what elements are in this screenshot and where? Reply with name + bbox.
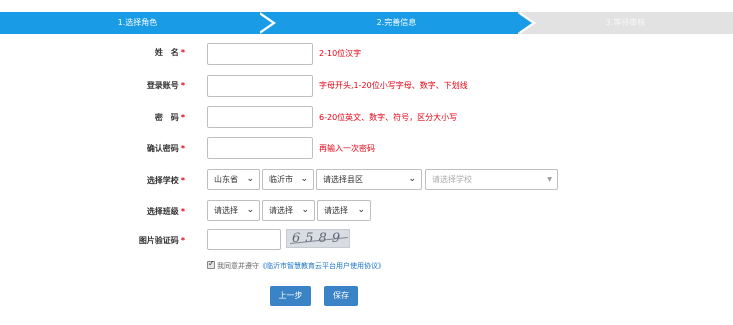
caret-down-icon: ▼: [547, 176, 552, 183]
confirm-password-hint: 再输入一次密码: [319, 144, 375, 153]
step-complete-info: 2.完善信息: [259, 12, 534, 34]
step-arrow-2: [516, 12, 532, 34]
password-input[interactable]: [207, 106, 313, 128]
step-arrow-1: [256, 12, 272, 34]
account-label: 登录账号 *: [146, 81, 185, 90]
prev-step-button[interactable]: 上一步: [270, 286, 311, 306]
chevron-down-icon: ⌄: [357, 205, 365, 215]
province-select[interactable]: 山东省 ⌄: [207, 169, 260, 190]
chevron-down-icon: ⌄: [246, 205, 254, 215]
agreement-link[interactable]: 《临沂市智慧教育云平台用户使用协议》: [259, 262, 385, 270]
agreement-checkbox[interactable]: ✓: [207, 259, 215, 269]
captcha-input[interactable]: [207, 229, 281, 250]
confirm-password-label: 确认密码 *: [146, 144, 185, 153]
password-label: 密 码 *: [154, 113, 185, 122]
progress-steps: 1.选择角色 2.完善信息 3.等待审核: [0, 12, 733, 34]
password-hint: 6-20位英文、数字、符号，区分大小写: [319, 113, 458, 122]
agreement-text: 我同意并遵守《临沂市智慧教育云平台用户使用协议》: [217, 262, 385, 270]
account-hint: 字母开头,1-20位小写字母、数字、下划线: [319, 81, 468, 90]
save-button[interactable]: 保存: [324, 286, 358, 306]
chevron-down-icon: ⌄: [300, 174, 308, 184]
name-input[interactable]: [207, 43, 313, 65]
captcha-image[interactable]: 6589: [286, 229, 350, 248]
school-label: 选择学校 *: [146, 176, 185, 185]
district-select[interactable]: 请选择县区 ⌄: [316, 169, 422, 190]
extra-select[interactable]: 请选择 ⌄: [317, 200, 371, 221]
city-select[interactable]: 临沂市 ⌄: [262, 169, 314, 190]
account-input[interactable]: [207, 75, 313, 97]
chevron-down-icon: ⌄: [301, 205, 309, 215]
confirm-password-input[interactable]: [207, 137, 313, 159]
chevron-down-icon: ⌄: [246, 174, 254, 184]
checkmark-icon: ✓: [208, 259, 215, 268]
class-label: 选择班级 *: [146, 207, 185, 216]
chevron-down-icon: ⌄: [408, 174, 416, 184]
name-hint: 2-10位汉字: [319, 49, 362, 58]
grade-select[interactable]: 请选择 ⌄: [207, 200, 260, 221]
class-select[interactable]: 请选择 ⌄: [262, 200, 315, 221]
name-label: 姓 名 *: [154, 48, 185, 57]
school-select[interactable]: 请选择学校 ▼: [425, 169, 558, 190]
captcha-label: 图片验证码 *: [138, 236, 185, 245]
step-select-role: 1.选择角色: [0, 12, 275, 34]
step-await-review: 3.等待审核: [518, 12, 733, 34]
